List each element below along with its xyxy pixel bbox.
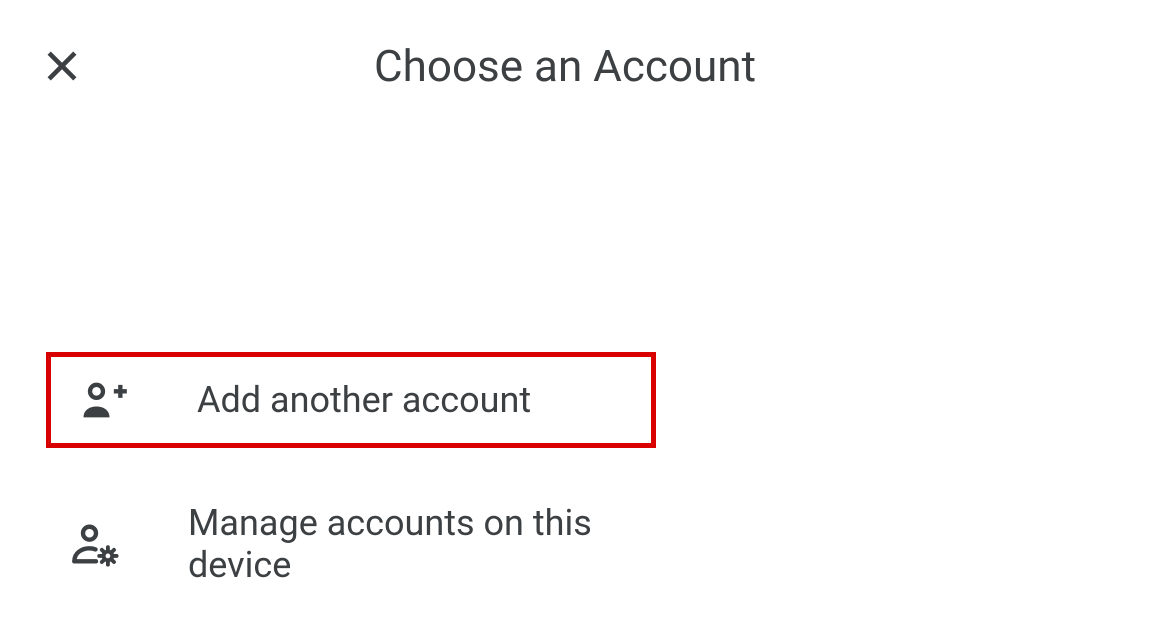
- add-account-option[interactable]: Add another account: [46, 352, 656, 448]
- close-icon: [40, 44, 84, 88]
- header: Choose an Account: [0, 0, 1153, 92]
- page-title: Choose an Account: [374, 40, 756, 92]
- add-account-label: Add another account: [197, 379, 531, 421]
- manage-accounts-label: Manage accounts on this device: [188, 502, 656, 586]
- close-button[interactable]: [40, 44, 84, 88]
- person-settings-icon: [70, 516, 122, 572]
- person-add-icon: [75, 372, 131, 428]
- manage-accounts-option[interactable]: Manage accounts on this device: [46, 496, 656, 592]
- options-list: Add another account Manage accounts on t…: [0, 352, 1153, 592]
